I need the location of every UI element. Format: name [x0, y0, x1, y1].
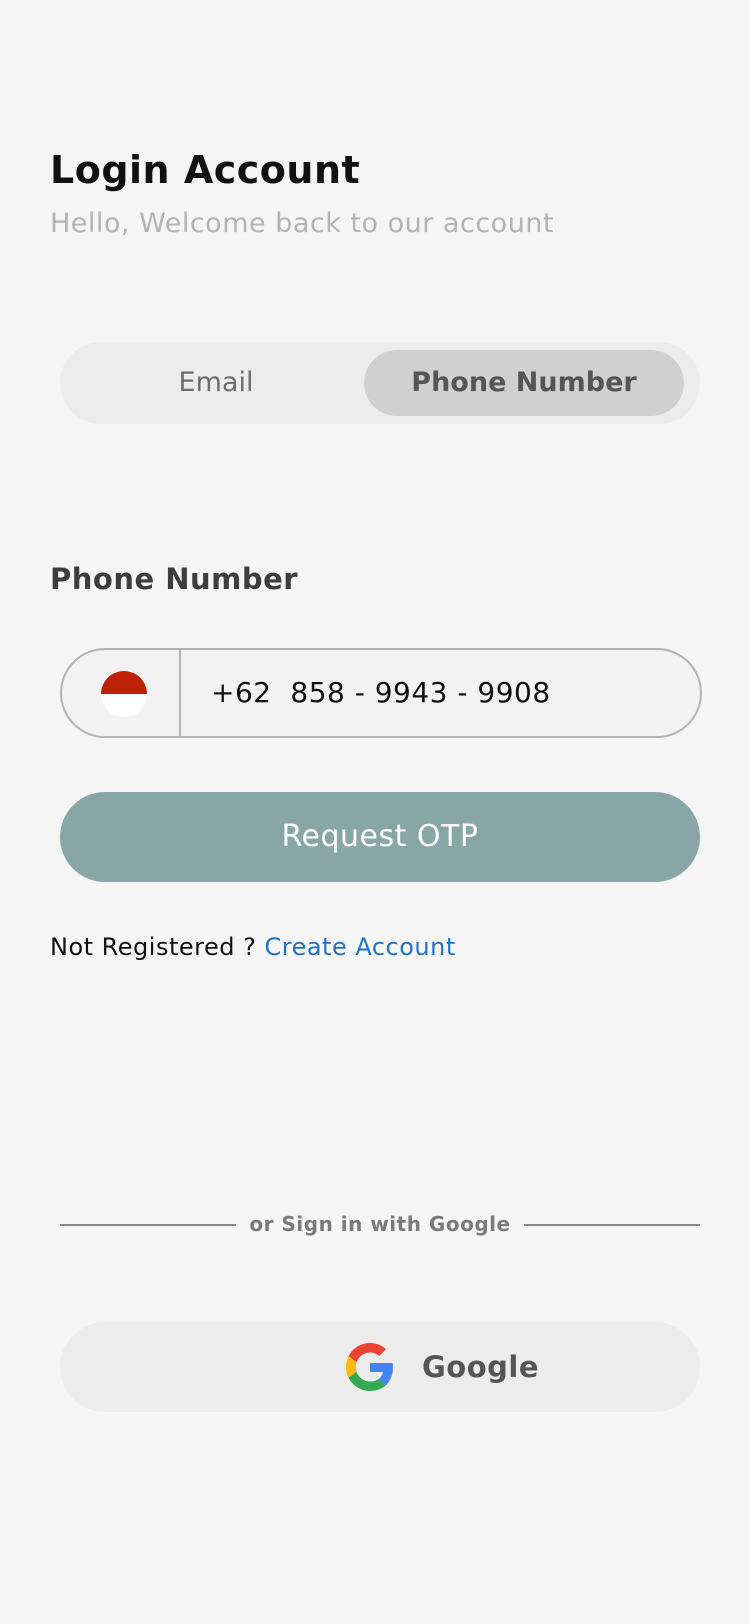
login-method-toggle: Email Phone Number: [60, 342, 700, 424]
phone-number-field: +62 858 - 9943 - 9908: [60, 648, 702, 738]
register-prompt-row: Not Registered ? Create Account: [50, 933, 456, 961]
social-divider-text: or Sign in with Google: [249, 1212, 511, 1236]
tab-phone-number[interactable]: Phone Number: [364, 350, 684, 416]
create-account-link[interactable]: Create Account: [264, 933, 455, 961]
google-sign-in-button[interactable]: Google: [60, 1322, 700, 1412]
phone-number-input[interactable]: +62 858 - 9943 - 9908: [211, 650, 551, 736]
country-code-selector[interactable]: [62, 650, 181, 736]
google-icon: [346, 1343, 393, 1391]
request-otp-button[interactable]: Request OTP: [60, 792, 700, 882]
divider-left-line: [60, 1224, 236, 1226]
divider-right-line: [524, 1224, 700, 1226]
not-registered-text: Not Registered ?: [50, 933, 265, 961]
google-button-label: Google: [422, 1350, 540, 1384]
tab-email[interactable]: Email: [68, 350, 364, 416]
indonesia-flag-icon: [101, 671, 147, 717]
page-subtitle: Hello, Welcome back to our account: [50, 208, 555, 239]
page-title: Login Account: [50, 148, 361, 192]
phone-number-label: Phone Number: [50, 562, 299, 596]
